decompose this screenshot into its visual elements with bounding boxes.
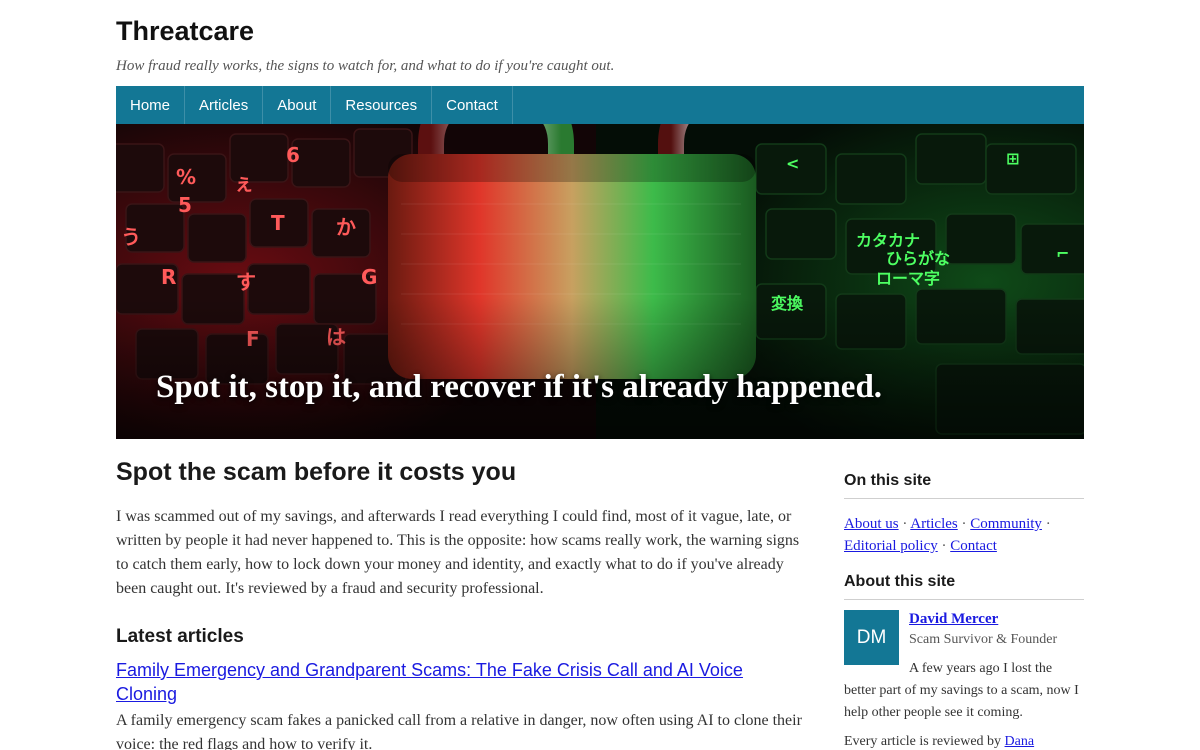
link-separator: ·	[937, 538, 951, 554]
link-separator: ·	[898, 516, 911, 532]
main-nav: Home Articles About Resources Contact	[116, 86, 1084, 124]
sidebar-link-community[interactable]: Community	[970, 516, 1042, 532]
article-list-item: Family Emergency and Grandparent Scams: …	[116, 649, 806, 750]
author-card: DM David Mercer Scam Survivor & Founder …	[844, 608, 1084, 724]
nav-item-about[interactable]: About	[263, 86, 332, 124]
reviewer-link[interactable]: Dana	[1005, 734, 1035, 749]
latest-articles-heading: Latest articles	[116, 626, 244, 647]
site-links: About us · Articles · Community · Editor…	[844, 513, 1084, 557]
nav-item-articles[interactable]: Articles	[185, 86, 264, 124]
sidebar-link-articles[interactable]: Articles	[910, 516, 957, 532]
author-bio: A few years ago I lost the better part o…	[844, 661, 1079, 720]
site-title[interactable]: Threatcare	[116, 14, 254, 48]
on-this-site-heading: On this site	[844, 470, 1084, 499]
sidebar: On this site About us · Articles · Commu…	[844, 470, 1084, 750]
reviewed-prefix: Every article is reviewed by	[844, 734, 1002, 749]
hero-caption: Spot it, stop it, and recover if it's al…	[156, 369, 883, 405]
sidebar-link-about-us[interactable]: About us	[844, 516, 899, 532]
sidebar-link-contact[interactable]: Contact	[950, 538, 997, 554]
article-title-link[interactable]: Family Emergency and Grandparent Scams: …	[116, 658, 806, 706]
link-separator: ·	[957, 516, 971, 532]
article-summary: A family emergency scam fakes a panicked…	[116, 712, 802, 750]
about-this-site-heading: About this site	[844, 571, 1084, 600]
site-tagline: How fraud really works, the signs to wat…	[116, 58, 615, 74]
nav-item-contact[interactable]: Contact	[432, 86, 513, 124]
page-heading: Spot the scam before it costs you	[116, 458, 517, 486]
nav-item-home[interactable]: Home	[116, 86, 186, 124]
link-separator: ·	[1041, 516, 1051, 532]
intro-paragraph: I was scammed out of my savings, and aft…	[116, 508, 800, 597]
nav-item-resources[interactable]: Resources	[331, 86, 433, 124]
main-content: Spot the scam before it costs you I was …	[116, 455, 806, 750]
avatar: DM	[844, 610, 899, 665]
sidebar-link-editorial-policy[interactable]: Editorial policy	[844, 538, 938, 554]
reviewed-by-note: Every article is reviewed by Dana	[844, 731, 1084, 750]
